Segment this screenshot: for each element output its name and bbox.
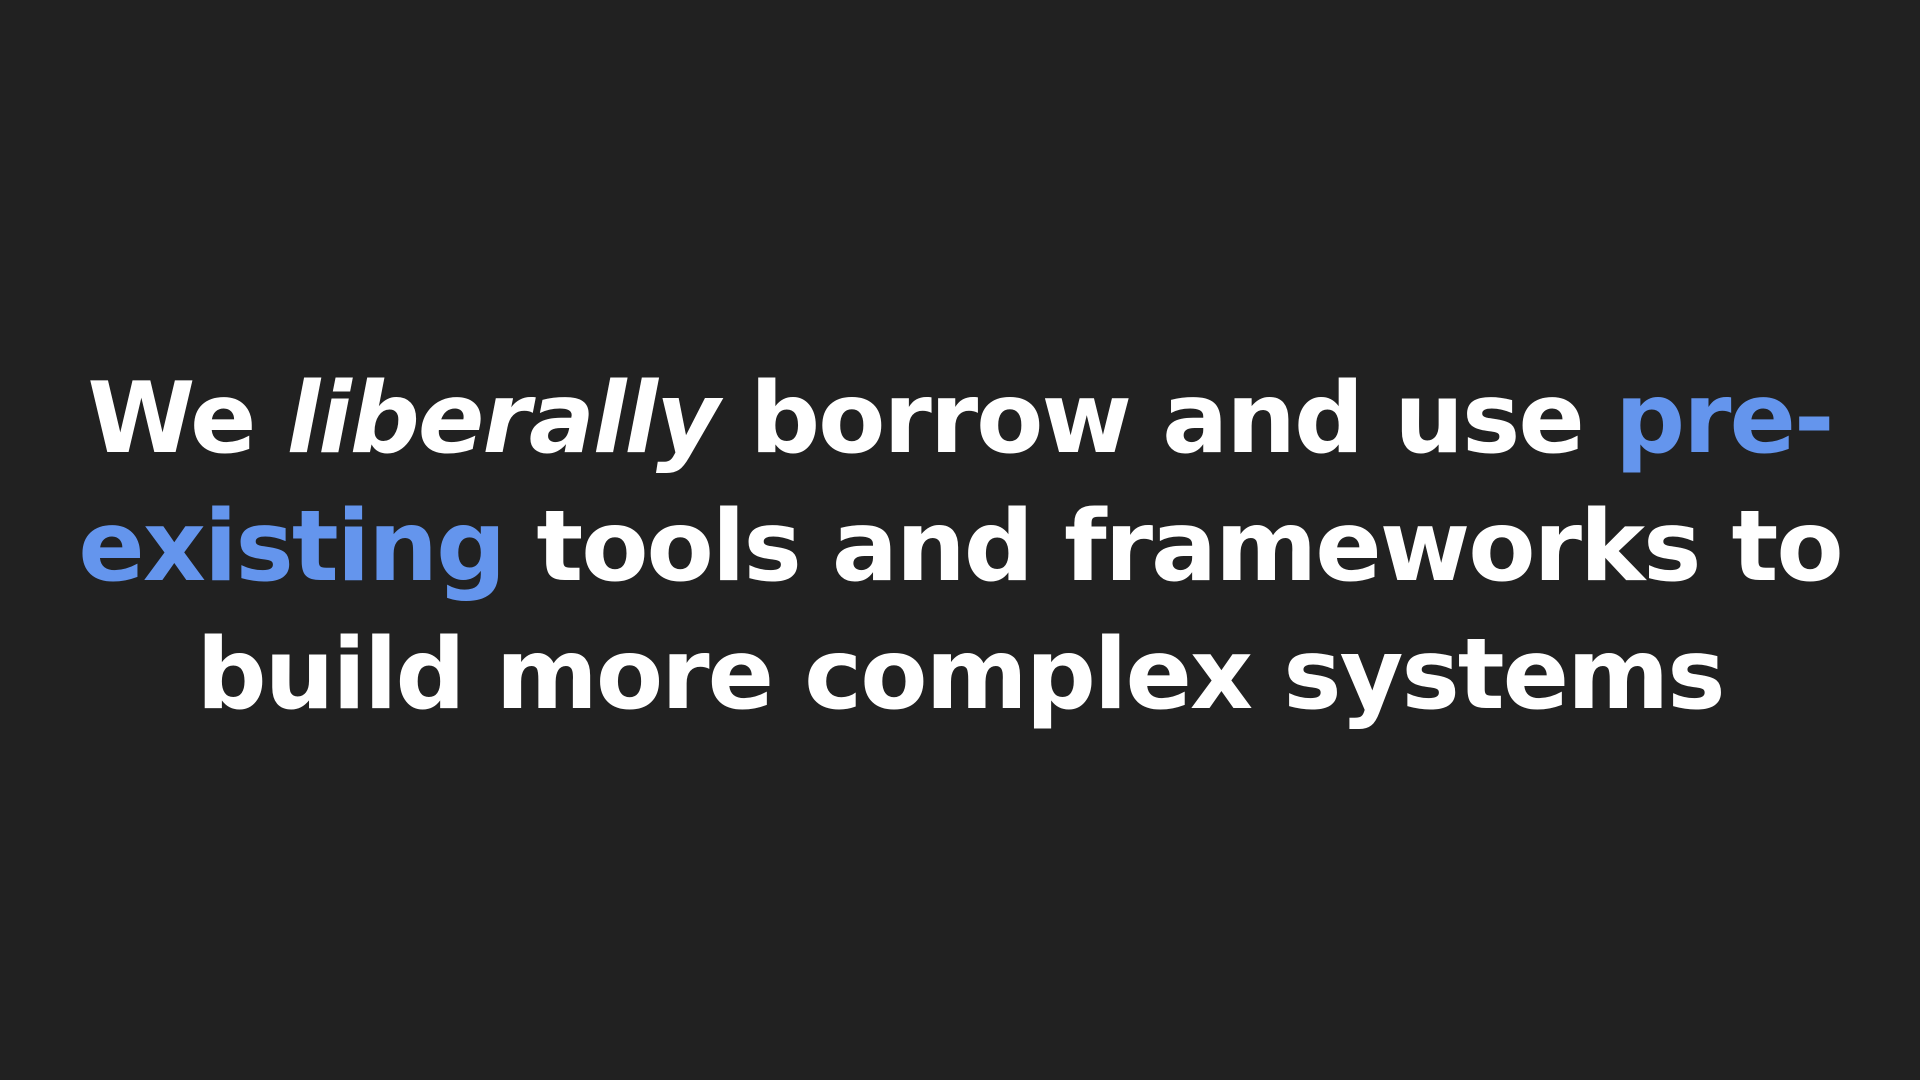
statement-text: We liberally borrow and use pre- existin… <box>0 355 1920 739</box>
statement-lead: We <box>87 362 287 476</box>
emphasis-liberally: liberally <box>286 362 720 476</box>
statement-line-3: build more complex systems <box>196 618 1725 732</box>
highlight-existing: existing <box>78 490 506 604</box>
statement-line-1: We liberally borrow and use pre- <box>0 355 1920 483</box>
statement-mid: borrow and use <box>717 362 1615 476</box>
statement-line-2: existing tools and frameworks to <box>0 483 1920 611</box>
highlight-pre: pre- <box>1614 362 1835 476</box>
slide: We liberally borrow and use pre- existin… <box>0 0 1920 1080</box>
statement-rest: tools and frameworks to <box>504 490 1843 604</box>
